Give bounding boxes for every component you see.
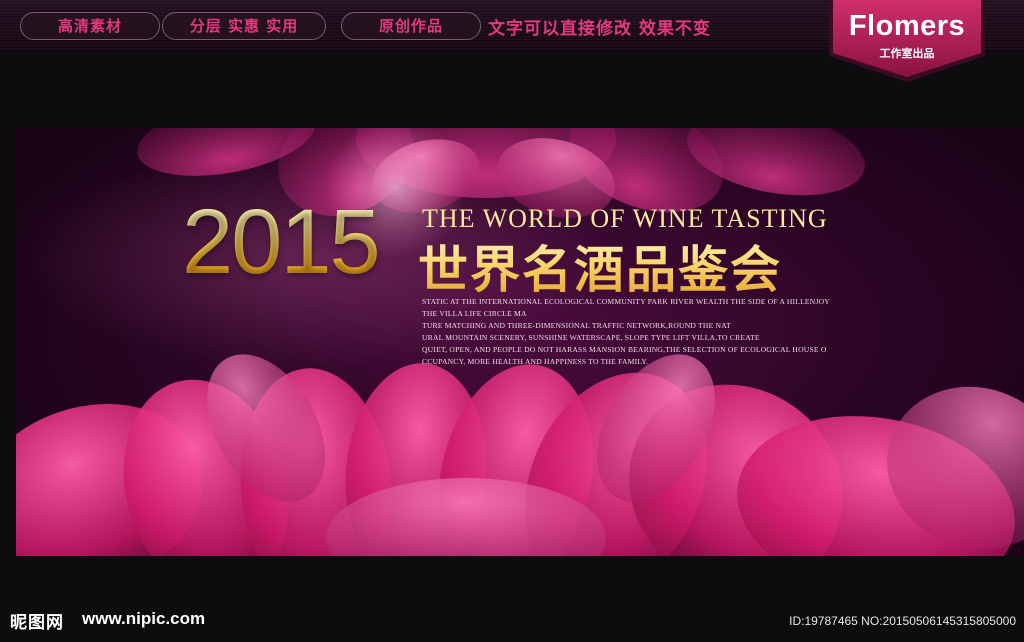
watermark-id: ID:19787465 NO:20150506145315805000 [789,614,1016,628]
description-line: THE VILLA LIFE CIRCLE MA [422,309,527,318]
editable-text-slogan: 文字可以直接修改 效果不变 [488,19,711,39]
description-line: URAL MOUNTAIN SCENERY, SUNSHINE WATERSCA… [422,333,760,342]
layered-tag: 分层 实惠 实用 [162,12,326,40]
event-year: 2015 [182,191,381,293]
hd-material-tag: 高清素材 [20,12,160,40]
description-line: CCUPANCY, MORE HEALTH AND HAPPINESS TO T… [422,357,649,366]
brand-subtitle: 工作室出品 [879,47,935,60]
watermark-bar: 昵图网 www.nipic.com ID:19787465 NO:2015050… [0,596,1024,642]
wine-tasting-banner: 2015 THE WORLD OF WINE TASTING 世界名酒品鉴会 S… [16,128,1024,556]
event-title-chinese: 世界名酒品鉴会 [418,230,782,302]
description-line: STATIC AT THE INTERNATIONAL ECOLOGICAL C… [422,297,830,306]
poster-page: 高清素材 分层 实惠 实用 原创作品 文字可以直接修改 效果不变 Flomers… [0,0,1024,642]
original-work-tag: 原创作品 [341,12,481,40]
description-line: QUIET, OPEN, AND PEOPLE DO NOT HARASS MA… [422,345,827,354]
event-description: STATIC AT THE INTERNATIONAL ECOLOGICAL C… [422,296,912,368]
description-line: TURE MATCHING AND THREE-DIMENSIONAL TRAF… [422,321,731,330]
watermark-logo: 昵图网 [10,613,64,633]
watermark-url: www.nipic.com [82,609,206,628]
brand-name: Flomers [848,10,966,42]
brand-badge: Flomers 工作室出品 [827,0,987,84]
